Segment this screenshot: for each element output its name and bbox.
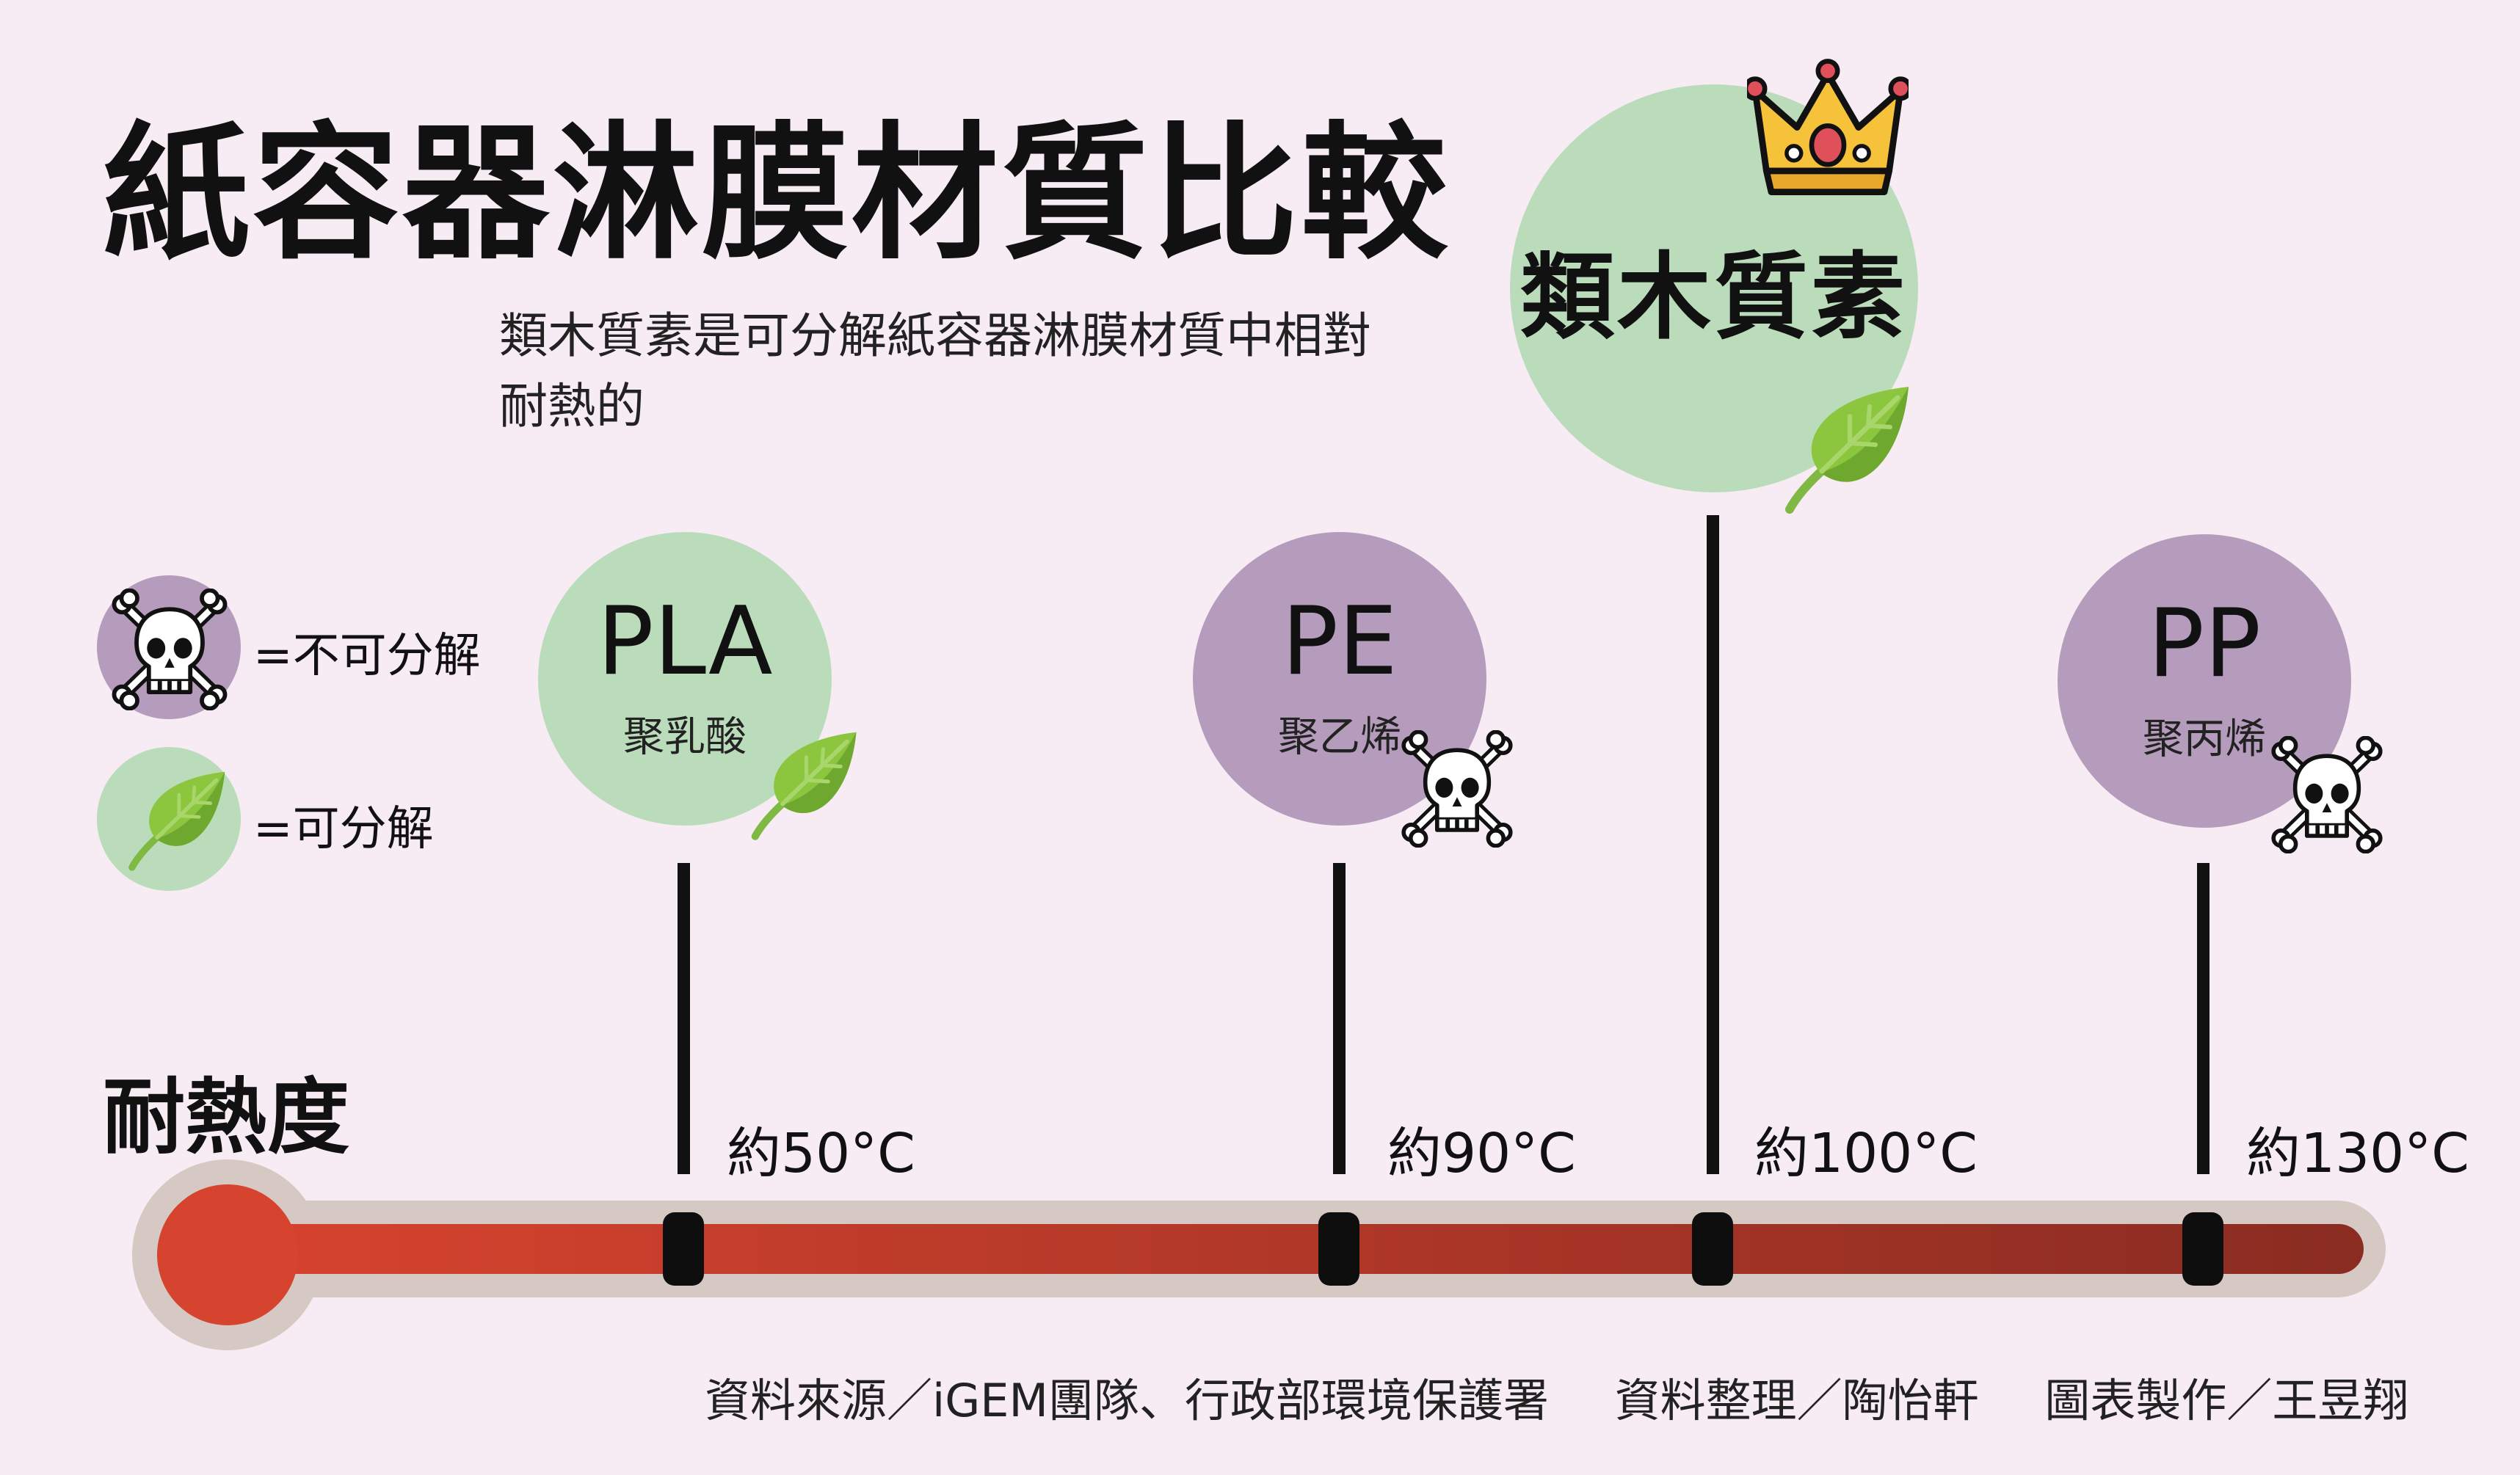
material-pla-name: PLA: [597, 586, 773, 696]
pla-temp-marker: [663, 1212, 704, 1286]
page-title: 紙容器淋膜材質比較: [103, 109, 1451, 280]
material-pe-cn: 聚乙烯: [1278, 713, 1401, 761]
pe-temp-marker: [1318, 1212, 1359, 1286]
material-pe-name: PE: [1281, 586, 1398, 696]
lignin-connector-line: [1707, 515, 1719, 1174]
pe-connector-line: [1333, 863, 1346, 1174]
material-lignin-name: 類木質素: [1519, 242, 1908, 352]
pp-temp-marker: [2182, 1212, 2223, 1286]
skull-crossbones-icon: [2268, 736, 2386, 853]
leaf-icon: [738, 723, 863, 848]
material-pp-name: PP: [2147, 589, 2262, 699]
lignin-temp-marker: [1692, 1212, 1733, 1286]
axis-title: 耐熱度: [103, 1070, 349, 1165]
leaf-icon: [1769, 376, 1916, 522]
crown-icon: [1747, 50, 1909, 211]
skull-crossbones-icon: [1398, 730, 1516, 848]
material-pla-cn: 聚乳酸: [623, 713, 747, 761]
legend-degradable-label: =可分解: [253, 802, 434, 856]
legend-non-degradable-label: =不可分解: [253, 629, 481, 683]
credits: 資料來源／iGEM團隊、行政部環境保護署 資料整理／陶怡軒 圖表製作／王昱翔: [705, 1363, 2408, 1430]
material-pp-cn: 聚丙烯: [2143, 715, 2266, 763]
pp-connector-line: [2197, 863, 2209, 1174]
credit-source: 資料來源／iGEM團隊、行政部環境保護署: [705, 1374, 1549, 1427]
skull-crossbones-icon: [109, 589, 230, 710]
thermometer-bar: [132, 1159, 2386, 1350]
subtitle: 類木質素是可分解紙容器淋膜材質中相對耐熱的: [499, 307, 1371, 434]
pla-connector-line: [678, 863, 690, 1174]
credit-chart: 圖表製作／王昱翔: [2044, 1374, 2409, 1427]
credit-compiled: 資料整理／陶怡軒: [1614, 1374, 1979, 1427]
leaf-icon: [116, 763, 230, 878]
